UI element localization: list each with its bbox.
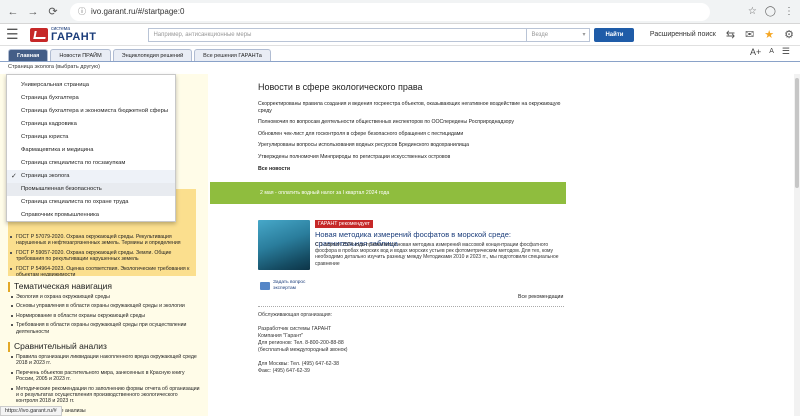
left-docs-list: ГОСТ Р 57079-2020. Охрана окружающей сре… [10,234,200,281]
garant-logo-mark [30,27,48,42]
news-item[interactable]: Урегулированы вопросы использования водн… [258,142,568,149]
dropdown-item-selected[interactable]: ✓ Страница эколога [7,169,175,183]
site-info-icon[interactable]: ⓘ [78,6,86,17]
contact-line: Для регионов: Тел. 8-800-200-88-88 [258,340,344,346]
news-item[interactable]: Скорректированы правила создания и веден… [258,101,568,114]
advanced-search-link[interactable]: Расширенный поиск [650,31,716,38]
thematic-item[interactable]: Основы управления в области охраны окруж… [8,303,200,309]
address-bar[interactable]: ⓘ ivo.garant.ru/#/startpage:0 [70,2,710,21]
site-header: ☰ система ГАРАНТ Например, антисанкционн… [0,24,800,46]
compare-item[interactable]: Правила организации ликвидации накопленн… [8,354,200,367]
bookmark-star-icon[interactable]: ★ [764,28,774,41]
dropdown-item[interactable]: Страница бухгалтера [7,91,175,104]
compare-title: Сравнительный анализ [8,338,200,354]
font-decrease-icon[interactable]: A [769,48,774,55]
left-doc-item[interactable]: ГОСТ Р 59057-2020. Охрана окружающей сре… [10,250,200,263]
contact-line: Для Москвы: Тел. (495) 647-62-38 [258,361,339,367]
compare-item[interactable]: Методические рекомендации по заполнению … [8,386,200,405]
search-placeholder: Например, антисанкционные меры [153,31,252,38]
news-item[interactable]: Обновлен чек-лист для госконтроля в сфер… [258,131,568,138]
all-news-link[interactable]: Все новости [258,166,568,172]
search-scope-select[interactable]: Везде ▾ [526,27,591,42]
logo-big-text: ГАРАНТ [51,30,97,43]
page-selector-dropdown: Универсальная страница Страница бухгалте… [6,74,176,222]
settings-gear-icon[interactable]: ⚙ [784,28,794,41]
dropdown-item[interactable]: Страница специалиста по охране труда [7,196,175,209]
browser-toolbar: ← → ⟳ ⓘ ivo.garant.ru/#/startpage:0 ☆ ◯ … [0,0,800,24]
tab-prime-news[interactable]: Новости ПРАЙМ [50,49,111,61]
font-increase-icon[interactable]: A+ [750,47,761,57]
ask-expert-label: Задать вопрос экспертам [273,280,306,291]
dropdown-item[interactable]: Страница бухгалтера и экономиста бюджетн… [7,104,175,117]
thematic-item[interactable]: Требования в области охраны окружающей с… [8,322,200,335]
ask-expert-button[interactable]: Задать вопрос экспертам [260,280,307,291]
contact-line: Компания "Гарант" [258,333,304,339]
dropdown-item[interactable]: Страница специалиста по госзакупкам [7,157,175,170]
advanced-search-icon[interactable]: ⇆ [726,28,735,41]
profile-icon[interactable]: ◯ [765,6,776,17]
dropdown-item[interactable]: Фармацевтика и медицина [7,143,175,156]
chat-icon [260,281,270,290]
dropdown-item[interactable]: Справочник промышленника [7,209,175,222]
menu-icon[interactable]: ☰ [6,26,22,43]
news-item[interactable]: Утверждены полномочия Минприроды по реги… [258,154,568,161]
mailbox-icon[interactable]: ✉ [745,28,754,41]
chevron-down-icon: ▾ [582,32,586,38]
contact-line: Разработчик системы ГАРАНТ [258,326,332,332]
browser-menu-icon[interactable]: ⋮ [784,6,794,17]
compare-item[interactable]: Перечень объектов растительного мира, за… [8,370,200,383]
garant-logo[interactable]: система ГАРАНТ [30,26,97,43]
tab-all-solutions[interactable]: Все решения ГАРАНТа [194,49,271,61]
news-title: Новости в сфере экологического права [258,82,423,92]
contact-line: (бесплатный междугородный звонок) [258,347,348,353]
news-section: Новости в сфере экологического права Ско… [258,82,568,172]
thematic-item[interactable]: Экология и охрана окружающей среды [8,294,200,300]
contact-line: Факс: (495) 647-62-39 [258,368,310,374]
scrollbar-thumb[interactable] [795,78,799,188]
deadline-banner[interactable]: 2 мая - оплатить водный налог за I кварт… [210,182,566,204]
search-scope-value: Везде [531,31,549,38]
page-scrollbar[interactable] [794,74,800,416]
search-bar: Например, антисанкционные меры Везде ▾ Н… [148,27,635,42]
page-menu-icon[interactable]: ☰ [782,46,790,57]
breadcrumb[interactable]: Страница эколога (выбрать другую) [0,62,800,74]
search-button[interactable]: Найти [594,27,635,42]
underwater-image[interactable] [258,220,310,270]
contacts-block: Обслуживающая организация: Разработчик с… [258,312,458,375]
contact-line: Обслуживающая организация: [258,312,333,318]
recommend-badge: ГАРАНТ рекомендует [315,220,373,228]
check-icon: ✓ [11,173,17,181]
contact-line [258,319,458,326]
news-item[interactable]: Полномочия по вопросам деятельности обще… [258,119,568,126]
bookmark-icon[interactable]: ☆ [748,6,757,17]
reload-icon[interactable]: ⟳ [46,5,60,19]
search-input[interactable]: Например, антисанкционные меры [148,27,527,42]
font-controls: A+ A ☰ [750,46,790,57]
dropdown-item[interactable]: Страница кадровика [7,117,175,130]
dropdown-item-hover[interactable]: Промышленная безопасность [7,182,175,196]
dropdown-item[interactable]: Универсальная страница [7,78,175,91]
recommendation-body: С 1 апреля 2024 года применяется новая м… [315,242,559,267]
contact-line [258,354,458,361]
back-icon[interactable]: ← [6,5,20,19]
main-tabs: Главная Новости ПРАЙМ Энциклопедия решен… [0,48,800,62]
forward-icon[interactable]: → [26,5,40,19]
dropdown-item-label: Страница эколога [21,173,70,180]
divider [258,306,564,307]
left-doc-item[interactable]: ГОСТ Р 57079-2020. Охрана окружающей сре… [10,234,200,247]
tab-encyclopedia[interactable]: Энциклопедия решений [112,49,193,61]
deadline-banner-text: 2 мая - оплатить водный налог за I кварт… [260,190,390,196]
tab-home[interactable]: Главная [8,49,49,61]
all-recommendations-link[interactable]: Все рекомендации [518,294,563,300]
dropdown-item[interactable]: Страница юриста [7,130,175,143]
address-text: ivo.garant.ru/#/startpage:0 [91,7,185,16]
status-bar-url: https://ivo.garant.ru/# [0,406,62,416]
thematic-nav-title: Тематическая навигация [8,278,200,294]
thematic-item[interactable]: Нормирование в области охраны окружающей… [8,313,200,319]
